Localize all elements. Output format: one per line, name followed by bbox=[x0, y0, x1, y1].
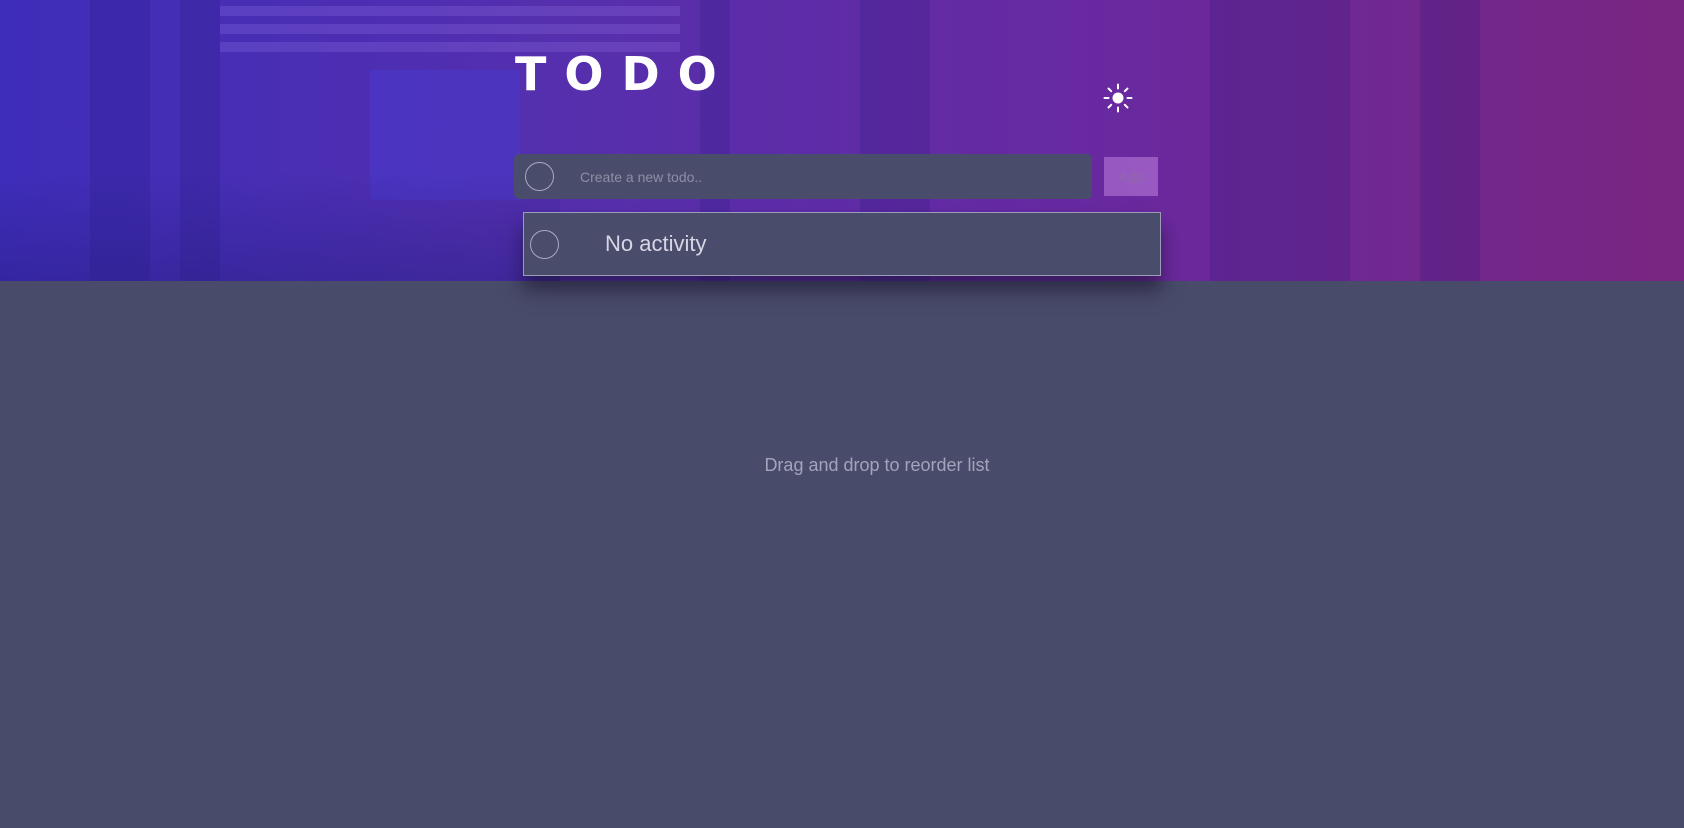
todo-list: No activity bbox=[523, 212, 1161, 276]
banner-decoration bbox=[1210, 0, 1350, 281]
todo-app: TODO Add No a bbox=[0, 0, 1684, 828]
banner-decoration bbox=[1420, 0, 1480, 281]
reorder-hint: Drag and drop to reorder list bbox=[764, 455, 990, 475]
new-todo-checkbox[interactable] bbox=[525, 162, 554, 191]
sun-icon bbox=[1103, 83, 1133, 118]
new-todo-input[interactable] bbox=[578, 167, 1092, 186]
add-button[interactable]: Add bbox=[1104, 157, 1158, 196]
banner-decoration bbox=[220, 6, 680, 16]
new-todo-form bbox=[514, 154, 1092, 199]
banner-decoration bbox=[0, 171, 560, 281]
banner-decoration bbox=[220, 24, 680, 34]
todo-text: No activity bbox=[605, 231, 707, 256]
theme-toggle-button[interactable] bbox=[1100, 82, 1136, 118]
todo-item[interactable]: No activity bbox=[524, 213, 1160, 275]
app-title: TODO bbox=[515, 47, 735, 101]
todo-checkbox[interactable] bbox=[530, 229, 559, 259]
